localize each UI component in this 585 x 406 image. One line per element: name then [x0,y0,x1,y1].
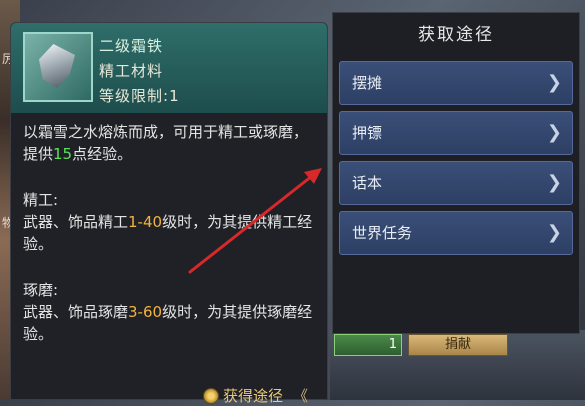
polish-range: 3-60 [128,303,163,321]
chevron-right-icon: ❯ [546,222,562,243]
polish-text: 武器、饰品琢磨 [23,303,129,321]
refine-heading: 精工: [23,191,59,209]
route-option-label: 摆摊 [352,74,383,92]
refine-text: 武器、饰品精工 [23,213,129,231]
frost-iron-icon [39,44,75,88]
acquire-routes-panel: 获取途径 摆摊 ❯ 押镖 ❯ 话本 ❯ 世界任务 ❯ [332,12,580,334]
acquire-title: 获取途径 [418,25,494,45]
route-option-story[interactable]: 话本 ❯ [339,161,573,205]
polish-section: 琢磨: 武器、饰品琢磨3-60级时，为其提供琢磨经验。 [23,279,319,345]
item-description: 以霜雪之水熔炼而成，可用于精工或琢磨，提供15点经验。 [23,121,319,165]
level-limit-value: 1 [169,87,180,105]
chevron-right-icon: ❯ [546,172,562,193]
inventory-slot[interactable]: 1 [334,334,402,356]
refine-range: 1-40 [128,213,163,231]
route-option-stall[interactable]: 摆摊 ❯ [339,61,573,105]
route-option-label: 押镖 [352,124,383,142]
refine-section: 精工: 武器、饰品精工1-40级时，为其提供精工经验。 [23,189,319,255]
item-icon [23,32,93,102]
chevron-right-icon: ❯ [546,72,562,93]
chevron-right-icon: ❯ [546,122,562,143]
level-limit-label: 等级限制: [99,87,170,105]
obtain-route-label: 获得途径 [223,387,284,405]
route-option-label: 世界任务 [352,224,413,242]
coin-icon [203,387,219,404]
item-detail-panel: 二级霜铁 精工材料 等级限制:1 以霜雪之水熔炼而成，可用于精工或琢磨，提供15… [10,22,328,405]
slot-count: 1 [388,337,397,352]
item-header: 二级霜铁 精工材料 等级限制:1 [11,23,327,113]
polish-heading: 琢磨: [23,281,59,299]
item-level-limit: 等级限制:1 [99,85,180,106]
double-chevron-icon: 《 [293,387,309,405]
xp-value: 15 [53,145,73,163]
route-option-escort[interactable]: 押镖 ❯ [339,111,573,155]
description-text-end: 点经验。 [72,145,133,163]
route-option-world-quest[interactable]: 世界任务 ❯ [339,211,573,255]
obtain-route-link[interactable]: 获得途径 《 [203,385,308,406]
donate-button[interactable]: 捐献 [408,334,508,356]
item-name: 二级霜铁 [99,37,164,55]
item-type: 精工材料 [99,62,164,80]
route-option-label: 话本 [352,174,383,192]
